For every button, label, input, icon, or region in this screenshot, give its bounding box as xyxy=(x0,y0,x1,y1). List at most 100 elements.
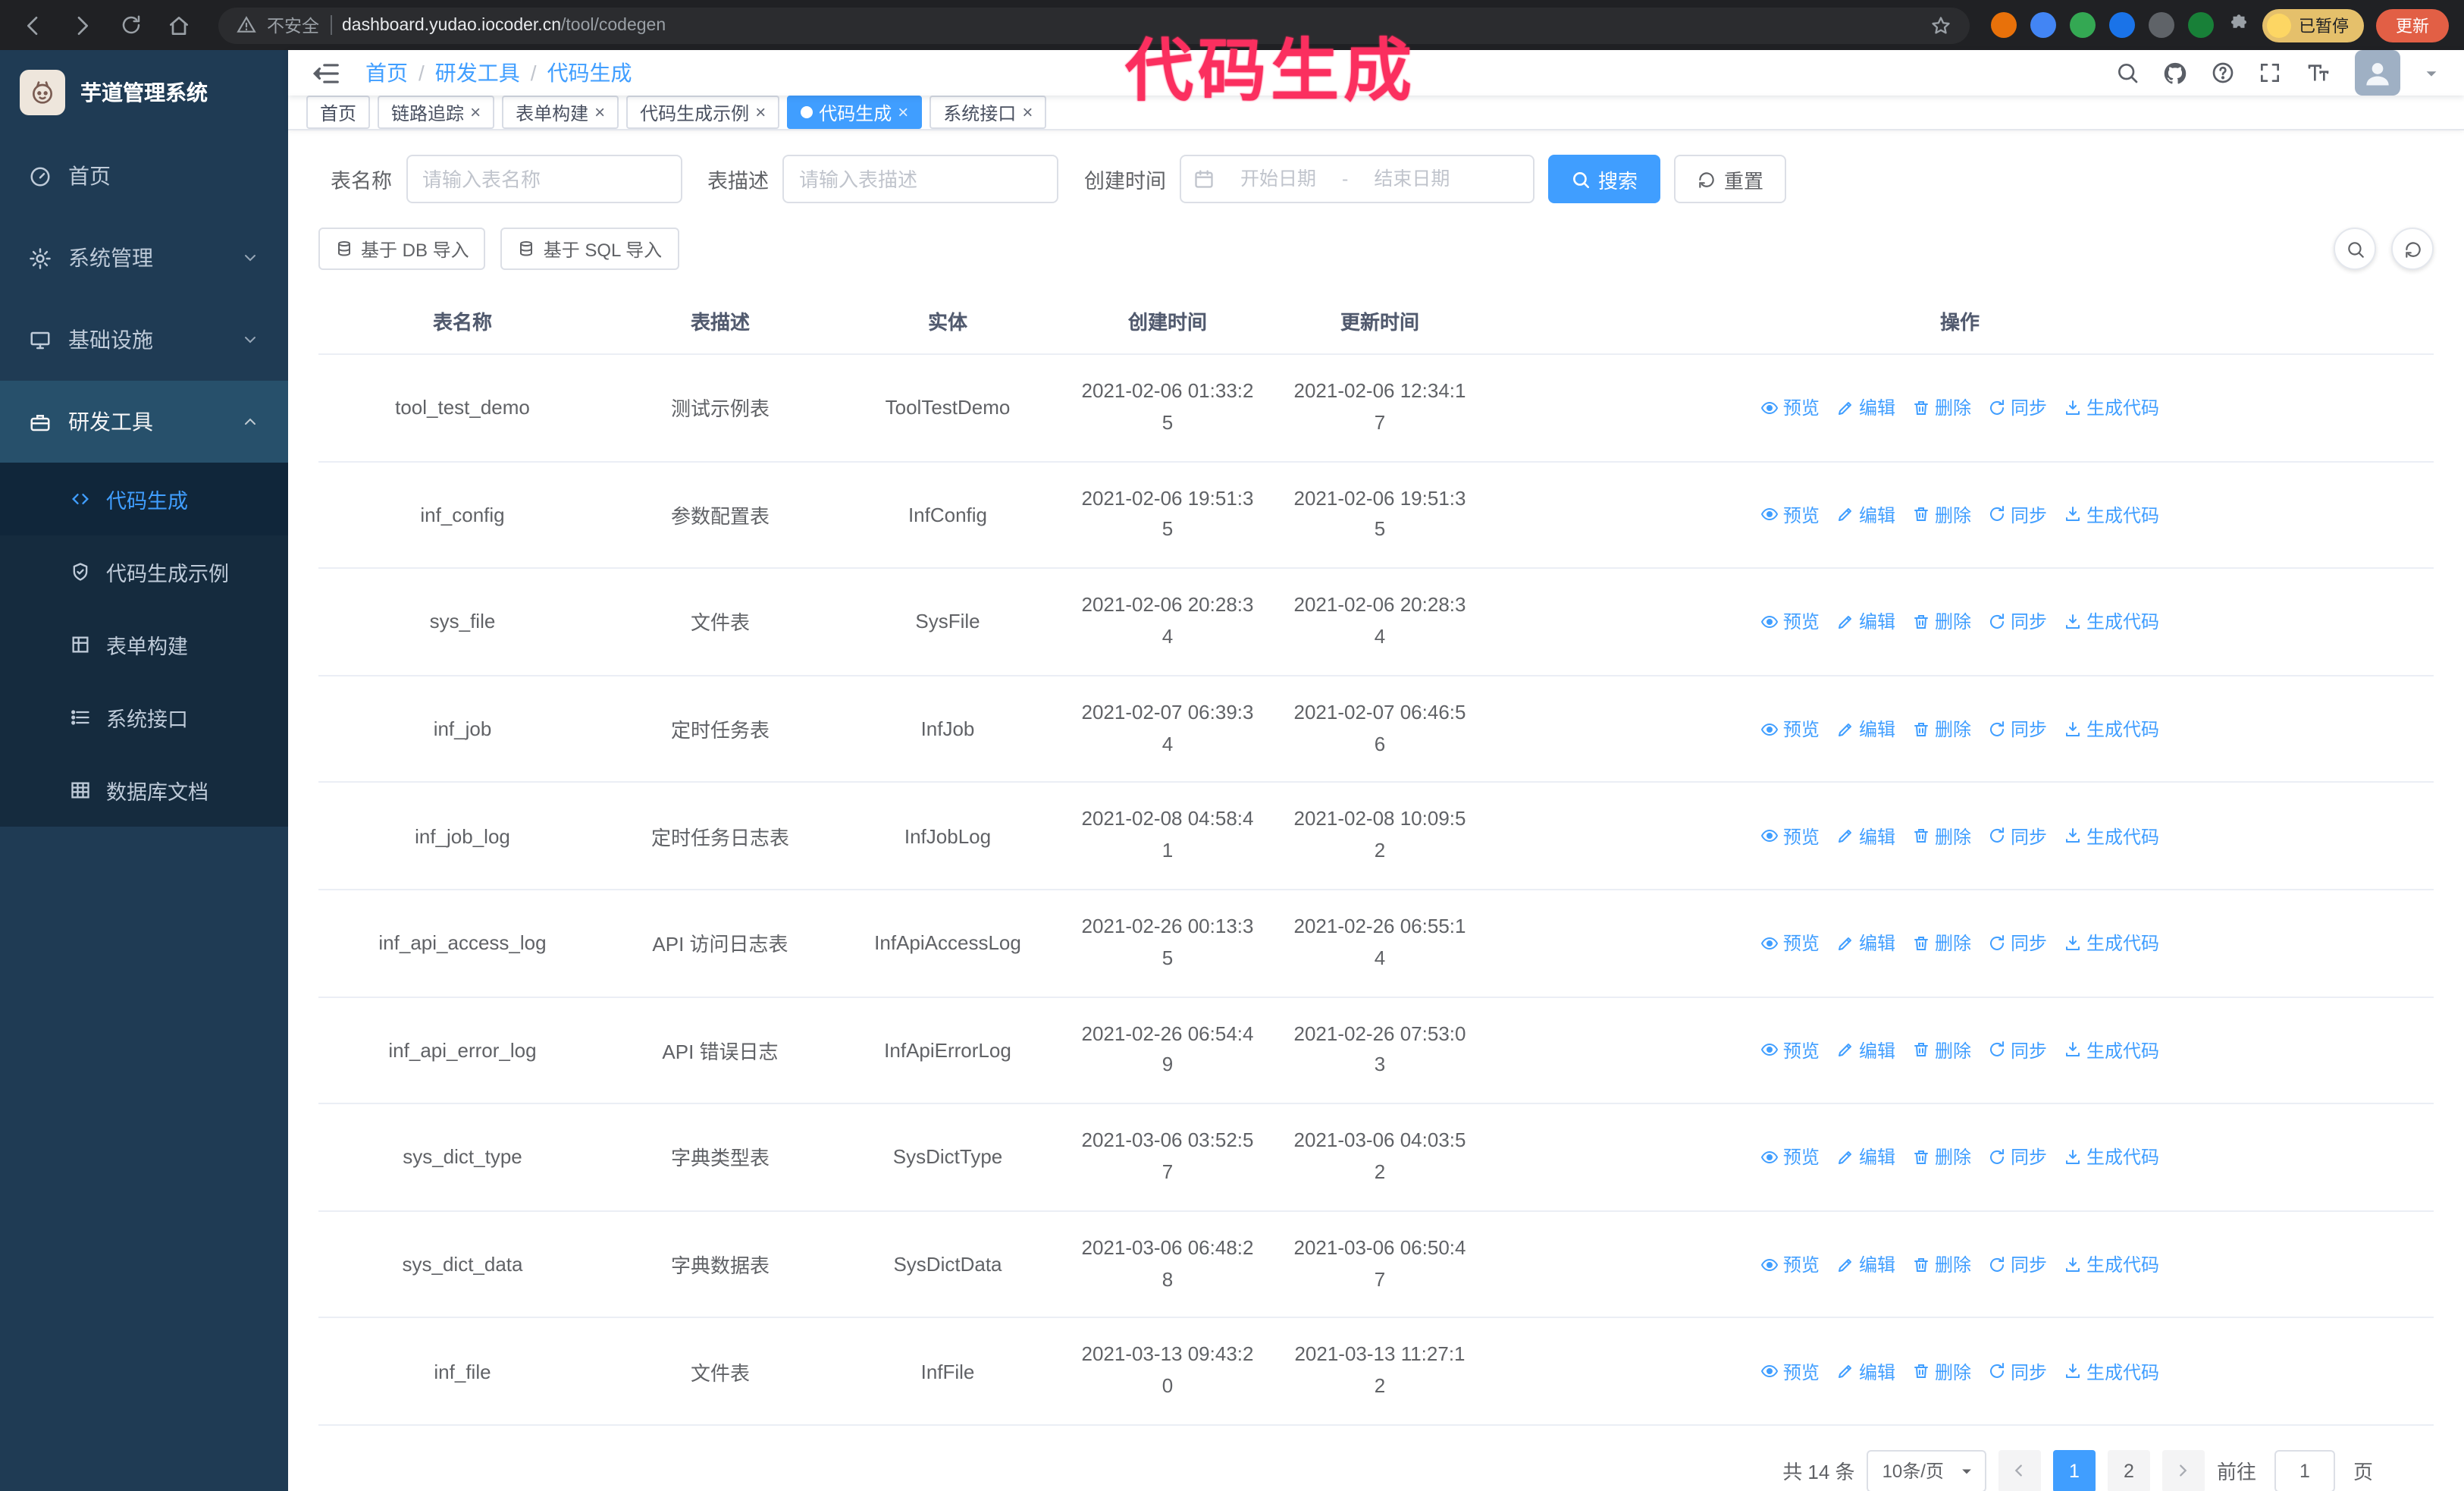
close-icon[interactable]: × xyxy=(755,103,766,121)
sync-link[interactable]: 同步 xyxy=(1988,1358,2047,1384)
extension-icon[interactable] xyxy=(2070,12,2096,38)
edit-link[interactable]: 编辑 xyxy=(1836,716,1895,742)
edit-link[interactable]: 编辑 xyxy=(1836,1144,1895,1170)
puzzle-extensions-icon[interactable] xyxy=(2227,14,2250,36)
forward-icon[interactable] xyxy=(64,7,100,43)
sync-link[interactable]: 同步 xyxy=(1988,1144,2047,1170)
generate-code-link[interactable]: 生成代码 xyxy=(2064,1358,2159,1384)
sync-link[interactable]: 同步 xyxy=(1988,1251,2047,1277)
date-range-picker[interactable]: - xyxy=(1180,155,1535,203)
page-button-2[interactable]: 2 xyxy=(2107,1449,2150,1491)
edit-link[interactable]: 编辑 xyxy=(1836,1358,1895,1384)
tag-codegen[interactable]: 代码生成 × xyxy=(787,96,923,129)
breadcrumb-home[interactable]: 首页 xyxy=(365,58,408,88)
tag-api[interactable]: 系统接口 × xyxy=(929,96,1047,129)
page-size-select[interactable]: 10条/页 xyxy=(1867,1449,1986,1491)
close-icon[interactable]: × xyxy=(1022,103,1033,121)
close-icon[interactable]: × xyxy=(594,103,605,121)
address-bar[interactable]: 不安全 dashboard.yudao.iocoder.cn/tool/code… xyxy=(218,7,1970,43)
delete-link[interactable]: 删除 xyxy=(1912,502,1971,528)
table-desc-input[interactable] xyxy=(782,155,1058,203)
generate-code-link[interactable]: 生成代码 xyxy=(2064,1251,2159,1277)
breadcrumb-devtools[interactable]: 研发工具 xyxy=(435,58,520,88)
preview-link[interactable]: 预览 xyxy=(1760,395,1820,421)
generate-code-link[interactable]: 生成代码 xyxy=(2064,823,2159,849)
sync-link[interactable]: 同步 xyxy=(1988,931,2047,956)
refresh-table-button[interactable] xyxy=(2391,228,2434,270)
reset-button[interactable]: 重置 xyxy=(1674,155,1787,203)
sync-link[interactable]: 同步 xyxy=(1988,395,2047,421)
delete-link[interactable]: 删除 xyxy=(1912,609,1971,635)
preview-link[interactable]: 预览 xyxy=(1760,1144,1820,1170)
edit-link[interactable]: 编辑 xyxy=(1836,1251,1895,1277)
edit-link[interactable]: 编辑 xyxy=(1836,502,1895,528)
delete-link[interactable]: 删除 xyxy=(1912,1144,1971,1170)
extension-icon[interactable] xyxy=(2109,12,2135,38)
app-logo[interactable]: 芋道管理系统 xyxy=(0,50,288,135)
delete-link[interactable]: 删除 xyxy=(1912,823,1971,849)
preview-link[interactable]: 预览 xyxy=(1760,502,1820,528)
sync-link[interactable]: 同步 xyxy=(1988,1037,2047,1063)
edit-link[interactable]: 编辑 xyxy=(1836,931,1895,956)
home-icon[interactable] xyxy=(161,7,197,43)
avatar[interactable] xyxy=(2355,50,2400,96)
extension-icon[interactable] xyxy=(2188,12,2214,38)
hamburger-icon[interactable] xyxy=(312,58,341,87)
preview-link[interactable]: 预览 xyxy=(1760,1358,1820,1384)
preview-link[interactable]: 预览 xyxy=(1760,609,1820,635)
preview-link[interactable]: 预览 xyxy=(1760,823,1820,849)
close-icon[interactable]: × xyxy=(898,103,908,121)
toggle-search-button[interactable] xyxy=(2334,228,2376,270)
preview-link[interactable]: 预览 xyxy=(1760,1251,1820,1277)
generate-code-link[interactable]: 生成代码 xyxy=(2064,609,2159,635)
delete-link[interactable]: 删除 xyxy=(1912,716,1971,742)
sidebar-item-home[interactable]: 首页 xyxy=(0,135,288,217)
sync-link[interactable]: 同步 xyxy=(1988,823,2047,849)
edit-link[interactable]: 编辑 xyxy=(1836,609,1895,635)
date-end-input[interactable] xyxy=(1354,168,1470,190)
prev-page-button[interactable] xyxy=(1998,1449,2041,1491)
search-icon[interactable] xyxy=(2115,61,2140,85)
bookmark-star-icon[interactable] xyxy=(1930,14,1951,36)
browser-update-button[interactable]: 更新 xyxy=(2376,8,2449,42)
search-button[interactable]: 搜索 xyxy=(1548,155,1661,203)
sidebar-item-devtools[interactable]: 研发工具 xyxy=(0,381,288,463)
sidebar-item-system[interactable]: 系统管理 xyxy=(0,217,288,299)
generate-code-link[interactable]: 生成代码 xyxy=(2064,931,2159,956)
tag-codegen-example[interactable]: 代码生成示例 × xyxy=(626,96,780,129)
sync-link[interactable]: 同步 xyxy=(1988,609,2047,635)
delete-link[interactable]: 删除 xyxy=(1912,1358,1971,1384)
next-page-button[interactable] xyxy=(2161,1449,2205,1491)
fullscreen-icon[interactable] xyxy=(2258,61,2282,85)
page-button-1[interactable]: 1 xyxy=(2052,1449,2096,1491)
delete-link[interactable]: 删除 xyxy=(1912,1251,1971,1277)
extension-icon[interactable] xyxy=(1991,12,2017,38)
sql-import-button[interactable]: 基于 SQL 导入 xyxy=(500,228,679,270)
date-start-input[interactable] xyxy=(1221,168,1336,190)
generate-code-link[interactable]: 生成代码 xyxy=(2064,502,2159,528)
reload-icon[interactable] xyxy=(112,7,149,43)
tag-home[interactable]: 首页 xyxy=(306,96,371,129)
sync-link[interactable]: 同步 xyxy=(1988,502,2047,528)
sidebar-item-infra[interactable]: 基础设施 xyxy=(0,299,288,381)
paused-profile-chip[interactable]: 已暂停 xyxy=(2262,8,2364,42)
generate-code-link[interactable]: 生成代码 xyxy=(2064,716,2159,742)
avatar-caret-icon[interactable] xyxy=(2423,64,2440,81)
help-icon[interactable] xyxy=(2211,61,2235,85)
sidebar-item-codegen-example[interactable]: 代码生成示例 xyxy=(0,535,288,608)
extension-icon[interactable] xyxy=(2030,12,2056,38)
generate-code-link[interactable]: 生成代码 xyxy=(2064,1144,2159,1170)
font-size-icon[interactable] xyxy=(2305,61,2332,85)
extension-icon[interactable] xyxy=(2149,12,2174,38)
tag-form-builder[interactable]: 表单构建 × xyxy=(502,96,619,129)
tag-tracing[interactable]: 链路追踪 × xyxy=(378,96,495,129)
preview-link[interactable]: 预览 xyxy=(1760,716,1820,742)
edit-link[interactable]: 编辑 xyxy=(1836,395,1895,421)
close-icon[interactable]: × xyxy=(470,103,481,121)
edit-link[interactable]: 编辑 xyxy=(1836,823,1895,849)
table-name-input[interactable] xyxy=(406,155,682,203)
delete-link[interactable]: 删除 xyxy=(1912,931,1971,956)
goto-page-input[interactable] xyxy=(2274,1449,2335,1491)
sidebar-item-codegen[interactable]: 代码生成 xyxy=(0,463,288,535)
generate-code-link[interactable]: 生成代码 xyxy=(2064,1037,2159,1063)
